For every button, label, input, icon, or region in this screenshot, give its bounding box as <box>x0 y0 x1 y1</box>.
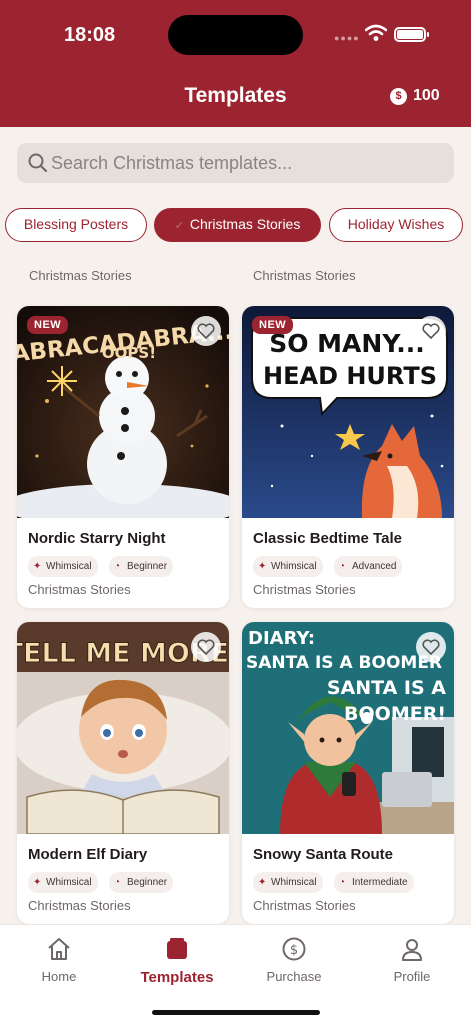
card-category: Christmas Stories <box>29 268 132 283</box>
favorite-button[interactable] <box>191 316 221 346</box>
template-grid[interactable]: Christmas Stories Christmas Stories ABRA… <box>0 258 471 924</box>
thumbnail-caption: OOPS! <box>102 344 156 362</box>
card-title: Modern Elf Diary <box>28 846 148 863</box>
chip-label: Christmas Stories <box>189 216 301 232</box>
search-bar[interactable] <box>17 143 454 183</box>
chip-holiday-wishes[interactable]: Holiday Wishes <box>329 208 463 242</box>
thumbnail-caption: BOOMER! <box>344 703 446 725</box>
sparkle-icon: ✦ <box>258 877 267 888</box>
search-input[interactable] <box>51 143 446 183</box>
signal-icon: ●●●● <box>334 33 360 43</box>
template-card[interactable]: ABRACADABRA... OOPS! NEW Nordic Starry N… <box>17 306 229 608</box>
sparkle-icon: ✦ <box>258 561 267 572</box>
gauge-icon: ◔ <box>339 561 346 572</box>
style-tag: ✦ Whimsical <box>28 872 98 893</box>
tag-label: Intermediate <box>352 877 408 888</box>
coin-balance[interactable]: 100 <box>413 87 440 105</box>
chip-christmas-stories[interactable]: ✓ Christmas Stories <box>154 208 321 242</box>
heart-icon <box>197 323 215 339</box>
wifi-icon <box>365 24 387 41</box>
templates-icon <box>167 938 187 959</box>
new-badge: NEW <box>252 316 294 334</box>
level-tag: ◔ Beginner <box>109 556 174 577</box>
search-icon <box>28 153 48 173</box>
style-tag: ✦ Whimsical <box>253 872 323 893</box>
tag-label: Whimsical <box>271 877 317 888</box>
tab-templates[interactable]: Templates <box>132 935 222 986</box>
sparkle-icon: ✦ <box>33 561 42 572</box>
template-card[interactable]: TELL ME MORE! Modern Elf Diary ✦Whimsica… <box>17 622 229 924</box>
heart-icon <box>422 639 440 655</box>
tab-label: Purchase <box>266 969 322 984</box>
tab-label: Home <box>41 969 77 984</box>
style-tag: ✦ Whimsical <box>28 556 98 577</box>
gauge-icon: ◔ <box>114 561 121 572</box>
template-card[interactable]: DIARY: SANTA IS A BOOMER SANTA IS A BOOM… <box>242 622 454 924</box>
tab-label: Profile <box>393 969 431 984</box>
card-category: Christmas Stories <box>28 582 131 597</box>
favorite-button[interactable] <box>416 316 446 346</box>
thumbnail-caption: HEAD HURTS <box>263 362 437 390</box>
person-icon <box>402 939 422 961</box>
template-card[interactable]: SO MANY... HEAD HURTS NEW Classic Bedtim… <box>242 306 454 608</box>
card-title: Snowy Santa Route <box>253 846 394 863</box>
card-category: Christmas Stories <box>253 582 356 597</box>
gauge-icon: ◔ <box>339 877 346 888</box>
favorite-button[interactable] <box>191 632 221 662</box>
chip-label: Holiday Wishes <box>347 216 445 232</box>
tag-label: Whimsical <box>46 561 92 572</box>
dynamic-island <box>168 15 303 55</box>
card-title: Classic Bedtime Tale <box>253 530 402 547</box>
favorite-button[interactable] <box>416 632 446 662</box>
chip-label: Blessing Posters <box>23 216 129 232</box>
chip-blessing-posters[interactable]: Blessing Posters <box>5 208 147 242</box>
card-category: Christmas Stories <box>253 898 356 913</box>
gauge-icon: ◔ <box>114 877 121 888</box>
coin-icon: $ <box>390 88 407 105</box>
tag-label: Whimsical <box>46 877 92 888</box>
home-icon <box>48 938 70 960</box>
card-category: Christmas Stories <box>28 898 131 913</box>
thumbnail-caption: SANTA IS A <box>327 677 446 699</box>
level-tag: ◔ Advanced <box>334 556 403 577</box>
thumbnail-caption: SO MANY... <box>269 329 425 358</box>
tab-purchase[interactable]: $ Purchase <box>249 935 339 984</box>
style-tag: ✦ Whimsical <box>253 556 323 577</box>
card-category: Christmas Stories <box>253 268 356 283</box>
tag-label: Beginner <box>127 561 168 572</box>
tab-profile[interactable]: Profile <box>367 935 457 984</box>
level-tag: ◔ Beginner <box>109 872 174 893</box>
status-time: 18:08 <box>64 24 116 46</box>
heart-icon <box>197 639 215 655</box>
heart-icon <box>422 323 440 339</box>
tag-label: Whimsical <box>271 561 317 572</box>
home-indicator[interactable] <box>152 1010 320 1015</box>
tab-bar: Home Templates $ Purchase Profile <box>0 924 471 1024</box>
check-icon: ✓ <box>174 220 184 232</box>
thumbnail-caption: SANTA IS A BOOMER <box>246 653 442 673</box>
level-tag: ◔ Intermediate <box>334 872 414 893</box>
tab-label: Templates <box>140 969 214 986</box>
tag-label: Beginner <box>127 877 168 888</box>
dollar-icon: $ <box>282 937 306 961</box>
new-badge: NEW <box>27 316 69 334</box>
card-title: Nordic Starry Night <box>28 530 166 547</box>
thumbnail-caption: DIARY: <box>248 628 315 649</box>
sparkle-icon: ✦ <box>33 877 42 888</box>
tab-home[interactable]: Home <box>14 935 104 984</box>
battery-icon <box>394 27 429 42</box>
tag-label: Advanced <box>352 561 397 572</box>
header: 18:08 ●●●● Templates $ 100 <box>0 0 471 127</box>
svg-text:$: $ <box>290 943 298 958</box>
